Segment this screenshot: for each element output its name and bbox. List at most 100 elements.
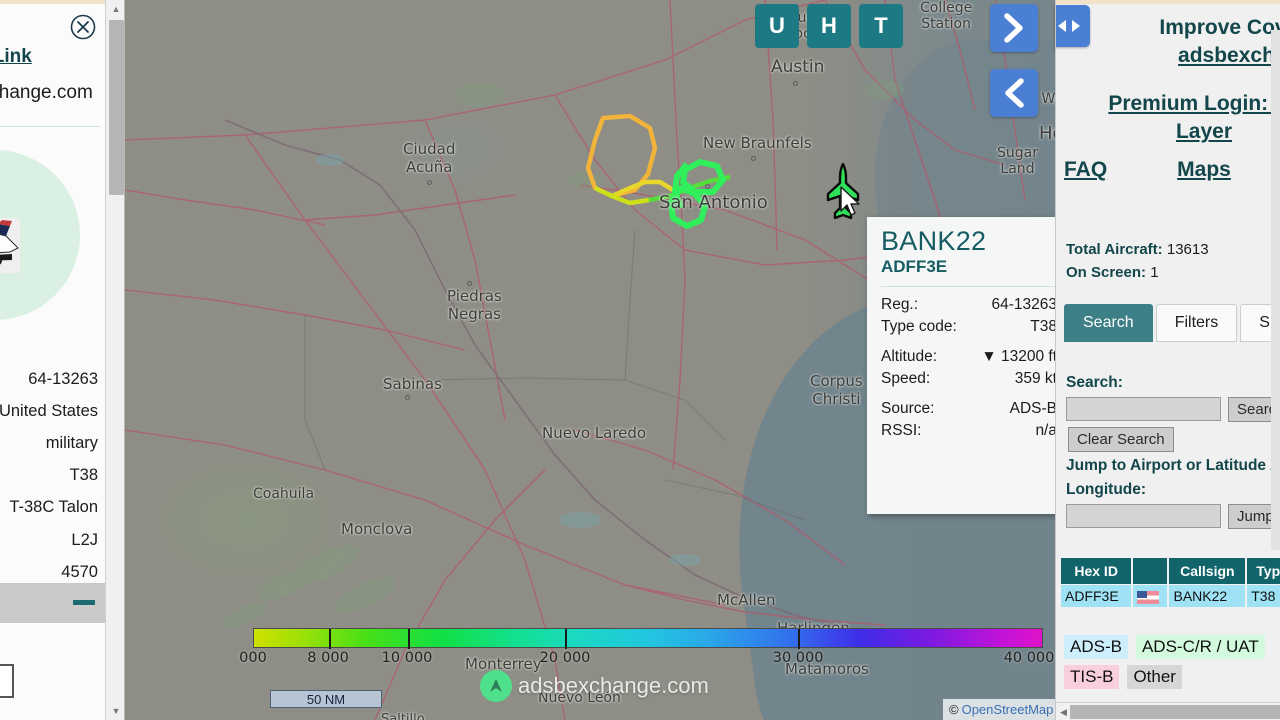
tooltip-row-label: Altitude: — [881, 348, 938, 366]
faq-maps-row: FAQ Maps — [1064, 158, 1280, 182]
premium-login-link[interactable]: Premium Login: no — [1064, 90, 1280, 118]
left-panel-value: 64-13263 — [28, 370, 98, 388]
tooltip-row: Reg.: 64-13263 — [881, 294, 1055, 316]
city-marker-icon — [705, 184, 710, 189]
map-btn-u[interactable]: U — [755, 4, 799, 48]
table-header-cell[interactable]: Type — [1247, 558, 1280, 584]
adsbexchange-logo-icon — [480, 670, 512, 702]
tooltip-row: Speed: 359 kt — [881, 368, 1055, 390]
chevron-left-icon — [1005, 78, 1024, 108]
left-panel-value: T-38C Talon — [9, 498, 98, 516]
left-panel-value: 4570 — [61, 563, 98, 581]
altitude-tick-label: 30 000 — [772, 650, 824, 666]
tooltip-detail-table: Reg.: 64-13263 Type code: T38 Altitude: ▼ 132… — [881, 294, 1055, 442]
hscroll-left-arrow-icon[interactable]: ◀ — [1057, 705, 1070, 719]
total-aircraft-label: Total Aircraft: — [1066, 241, 1163, 258]
left-panel-domain-text: adsbexchange.com — [0, 82, 93, 103]
tooltip-row-value: 64-13263 — [991, 296, 1055, 314]
tooltip-row: Source: ADS-B — [881, 390, 1055, 420]
adsbexchange-link[interactable]: adsbexchange — [1121, 42, 1280, 70]
clear-search-button[interactable]: Clear Search — [1068, 427, 1174, 452]
tooltip-row-label: Speed: — [881, 370, 931, 388]
map-canvas[interactable]: RoundRockAustinNew BraunfelsSan AntonioT… — [125, 0, 1055, 720]
aircraft-table[interactable]: Hex ID CallsignType ADFF3E BANK22T38 — [1059, 557, 1280, 608]
search-label: Search: — [1066, 374, 1123, 391]
table-row[interactable]: ADFF3E BANK22 T38 — [1061, 585, 1280, 607]
tooltip-row-value: T38 — [1030, 318, 1055, 336]
scroll-up-arrow-icon[interactable]: ▲ — [106, 0, 124, 18]
tooltip-row-value: ADS-B — [1009, 400, 1055, 418]
tooltip-row: Altitude: ▼ 13200 ft — [881, 338, 1055, 368]
mouse-cursor — [840, 186, 860, 216]
left-panel-scrollbar[interactable]: ▲ ▼ — [105, 0, 124, 720]
left-panel-value: T38 — [69, 466, 98, 484]
layer-link[interactable]: Layer — [1064, 118, 1280, 146]
total-aircraft-value: 13613 — [1166, 241, 1209, 258]
map-scale-bar: 50 NM — [270, 690, 382, 708]
scroll-down-arrow-icon[interactable]: ▼ — [106, 702, 124, 720]
right-panel-vertical-scrollbar[interactable] — [1271, 30, 1280, 550]
altitude-tick-label: 000 — [239, 650, 267, 666]
left-panel-value: military — [45, 434, 98, 452]
tab-filters[interactable]: Filters — [1155, 304, 1238, 342]
right-sidebar-panel[interactable]: Improve Coverage adsbexchange Premium Lo… — [1055, 0, 1280, 720]
openstreetmap-link[interactable]: OpenStreetMap — [962, 702, 1054, 717]
adsbexchange-watermark: adsbexchange.com — [480, 670, 709, 702]
table-header-cell[interactable] — [1133, 558, 1168, 584]
jump-input[interactable] — [1066, 504, 1221, 528]
tooltip-row: RSSI: n/a — [881, 420, 1055, 442]
on-screen-label: On Screen: — [1066, 264, 1147, 282]
faq-link[interactable]: FAQ — [1064, 158, 1107, 182]
legend-adsb: ADS-B — [1064, 635, 1128, 659]
tooltip-divider — [881, 286, 1055, 288]
aircraft-stats: Total Aircraft: 13613 On Screen: 1 — [1066, 238, 1209, 285]
table-header-cell[interactable]: Hex ID — [1061, 558, 1132, 584]
watermark-text: adsbexchange.com — [518, 673, 709, 698]
maps-link[interactable]: Maps — [1177, 158, 1231, 182]
city-marker-icon — [793, 81, 798, 86]
attribution-copyright: © — [949, 702, 959, 717]
left-panel-value: United States — [0, 402, 98, 420]
map-btn-t[interactable]: T — [859, 4, 903, 48]
altitude-tick-label: 20 000 — [539, 650, 591, 666]
aircraft-photo — [0, 218, 20, 273]
search-input[interactable] — [1066, 397, 1221, 421]
left-panel-gray-row[interactable] — [0, 583, 105, 623]
altitude-tick-label: 10 000 — [381, 650, 433, 666]
cell-type[interactable]: T38 — [1247, 585, 1280, 607]
tooltip-row-label: Source: — [881, 400, 935, 418]
map-btn-h[interactable]: H — [807, 4, 851, 48]
tooltip-row-value: 359 kt — [1014, 370, 1055, 388]
aircraft-info-tooltip[interactable]: BANK22 ADFF3E Reg.: 64-13263 Type code: T38… — [867, 217, 1055, 514]
copy-link-button[interactable]: Copy Link — [0, 46, 90, 68]
cell-callsign[interactable]: BANK22 — [1169, 585, 1246, 607]
hscroll-thumb[interactable] — [1070, 705, 1280, 719]
scrollbar-thumb[interactable] — [109, 20, 124, 195]
expand-right-button[interactable] — [990, 4, 1038, 52]
improve-coverage-line1: Improve Coverage — [1159, 16, 1280, 39]
close-icon[interactable] — [70, 14, 96, 40]
legend-tisb: TIS-B — [1064, 665, 1120, 689]
collapse-left-button[interactable] — [990, 69, 1038, 117]
right-panel-horizontal-scrollbar[interactable]: ◀ — [1056, 702, 1280, 720]
source-legend: ADS-B ADS-C/R / UAT TIS-B Other — [1064, 635, 1280, 689]
legend-adsc: ADS-C/R / UAT — [1135, 635, 1265, 659]
premium-login-block: Premium Login: no Layer — [1064, 90, 1280, 147]
altitude-tick-label: 8 000 — [307, 650, 349, 666]
cell-hex-id[interactable]: ADFF3E — [1061, 585, 1132, 607]
panel-resize-button[interactable] — [1056, 5, 1090, 47]
left-panel-divider — [0, 126, 100, 127]
city-marker-icon — [467, 281, 472, 286]
us-flag-icon — [1137, 590, 1160, 604]
left-panel-checkbox[interactable] — [0, 664, 14, 698]
tooltip-row-label: RSSI: — [881, 422, 922, 440]
tooltip-row-value: n/a — [1035, 422, 1055, 440]
cell-country-flag — [1133, 585, 1168, 607]
table-header-row: Hex ID CallsignType — [1061, 558, 1280, 584]
tab-search[interactable]: Search — [1064, 304, 1153, 342]
table-header-cell[interactable]: Callsign — [1169, 558, 1246, 584]
improve-coverage-heading: Improve Coverage adsbexchange — [1121, 14, 1280, 71]
on-screen-row: On Screen: 1 — [1066, 261, 1209, 284]
left-detail-panel[interactable]: Copy Link adsbexchange.com 64-13263 Unite… — [0, 0, 125, 720]
tooltip-row-value: ▼ 13200 ft — [981, 348, 1055, 366]
